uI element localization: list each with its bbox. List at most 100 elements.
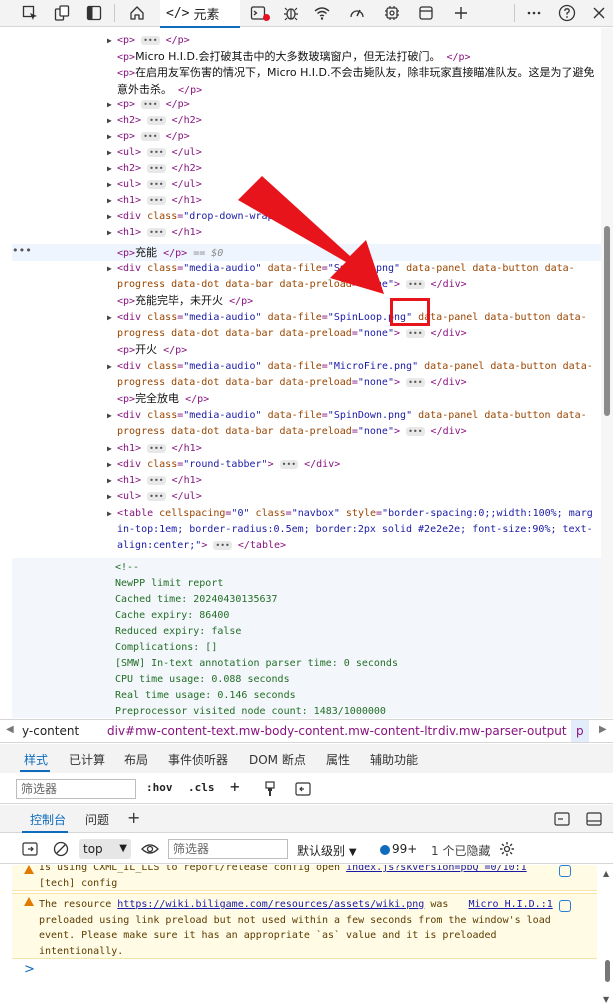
collapsed-ellipsis[interactable]: ••• bbox=[406, 377, 425, 387]
expand-arrow-icon[interactable]: ▶ bbox=[107, 161, 112, 177]
dom-node-div-round-tabber[interactable]: ▶ <div class="round-tabber"> ••• </div> bbox=[107, 457, 595, 473]
dom-node-p[interactable]: ▶ <p> ••• </p> bbox=[107, 97, 595, 113]
node-actions-ellipsis[interactable]: ••• bbox=[12, 244, 32, 257]
console-scrollbar-thumb[interactable] bbox=[605, 960, 610, 982]
tab-issues[interactable]: 问题 bbox=[85, 811, 109, 828]
tab-dom-breakpoints[interactable]: DOM 断点 bbox=[249, 751, 306, 768]
tab-accessibility[interactable]: 辅助功能 bbox=[370, 751, 418, 768]
collapsed-ellipsis[interactable]: ••• bbox=[147, 179, 166, 189]
close-drawer-icon[interactable] bbox=[586, 812, 602, 829]
hov-toggle[interactable]: :hov bbox=[146, 781, 173, 794]
dom-node-h2[interactable]: ▶ <h2> ••• </h2> bbox=[107, 113, 595, 129]
expand-arrow-icon[interactable]: ▶ bbox=[107, 489, 112, 505]
add-drawer-tab-icon[interactable]: + bbox=[127, 808, 140, 827]
welcome-home-icon[interactable] bbox=[125, 2, 149, 24]
dom-node-p-text[interactable]: <p>在启用友军伤害的情况下，Micro H.I.D.不会击毙队友，除非玩家直接… bbox=[117, 65, 595, 97]
console-output[interactable]: Is using CXML_IL_LLS to report/release c… bbox=[0, 865, 601, 1007]
tab-console[interactable]: 控制台 bbox=[30, 811, 66, 828]
tab-event-listeners[interactable]: 事件侦听器 bbox=[168, 751, 228, 768]
collapsed-ellipsis[interactable]: ••• bbox=[406, 426, 425, 436]
log-level-dropdown[interactable]: 默认级别 ▼ bbox=[297, 842, 357, 859]
paint-brush-icon[interactable] bbox=[264, 781, 276, 800]
dom-node-p[interactable]: ▶ <p> ••• </p> bbox=[107, 33, 595, 49]
console-sidebar-icon[interactable] bbox=[22, 842, 38, 859]
collapsed-ellipsis[interactable]: ••• bbox=[213, 540, 232, 550]
cls-toggle[interactable]: .cls bbox=[188, 781, 215, 794]
collapsed-ellipsis[interactable]: ••• bbox=[406, 279, 425, 289]
console-icon[interactable] bbox=[246, 2, 270, 24]
elements-scrollbar-thumb[interactable] bbox=[604, 226, 610, 416]
collapsed-ellipsis[interactable]: ••• bbox=[147, 163, 166, 173]
dock-sidebar-icon[interactable] bbox=[82, 2, 106, 24]
tab-computed[interactable]: 已计算 bbox=[69, 751, 105, 768]
collapsed-ellipsis[interactable]: ••• bbox=[147, 491, 166, 501]
expand-arrow-icon[interactable]: ▶ bbox=[107, 129, 112, 145]
dom-node-p-text[interactable]: <p>Micro H.I.D.会打破其击中的大多数玻璃窗户，但无法打破门。 </… bbox=[117, 49, 595, 65]
collapsed-ellipsis[interactable]: ••• bbox=[147, 475, 166, 485]
collapsed-ellipsis[interactable]: ••• bbox=[141, 131, 160, 141]
expand-arrow-icon[interactable]: ▶ bbox=[107, 193, 112, 209]
expand-arrow-icon[interactable]: ▶ bbox=[107, 225, 112, 241]
network-wifi-icon[interactable] bbox=[310, 2, 334, 24]
tab-styles[interactable]: 样式 bbox=[24, 751, 48, 768]
expand-arrow-icon[interactable]: ▶ bbox=[107, 97, 112, 113]
collapsed-ellipsis[interactable]: ••• bbox=[147, 195, 166, 205]
source-link[interactable]: index.js?skversion=pbQ =0/10:1 bbox=[346, 865, 527, 873]
dom-node-media-audio[interactable]: ▶<div class="media-audio" data-file="Spi… bbox=[107, 310, 595, 342]
dom-tree[interactable]: ••• ▶ <p> ••• </p> <p>Micro H.I.D.会打破其击中的… bbox=[0, 28, 601, 558]
console-filter-input[interactable]: 筛选器 bbox=[168, 839, 288, 859]
application-panel-icon[interactable] bbox=[414, 2, 438, 24]
memory-chip-icon[interactable] bbox=[380, 2, 404, 24]
collapsed-ellipsis[interactable]: ••• bbox=[147, 115, 166, 125]
collapsed-ellipsis[interactable]: ••• bbox=[147, 443, 166, 453]
expand-arrow-icon[interactable]: ▶ bbox=[107, 457, 112, 473]
breadcrumb-item[interactable]: y-content bbox=[22, 724, 79, 738]
scroll-up-arrow-icon[interactable]: ▲ bbox=[603, 869, 609, 878]
expand-arrow-icon[interactable]: ▶ bbox=[107, 33, 112, 49]
new-style-rule-icon[interactable]: + bbox=[230, 777, 240, 796]
ai-explain-icon[interactable] bbox=[559, 900, 571, 912]
dom-node-h1[interactable]: ▶ <h1> ••• </h1> bbox=[107, 441, 595, 457]
resource-url-link[interactable]: https://wiki.biligame.com/resources/asse… bbox=[117, 899, 424, 910]
collapsed-ellipsis[interactable]: ••• bbox=[406, 328, 425, 338]
collapsed-ellipsis[interactable]: ••• bbox=[147, 227, 166, 237]
dom-node-p-text[interactable]: <p>开火 </p> bbox=[117, 342, 595, 358]
styles-filter-input[interactable]: 筛选器 bbox=[16, 779, 136, 799]
breadcrumb-item[interactable]: div#mw-content-text.mw-body-content.mw-c… bbox=[107, 724, 437, 738]
expand-arrow-icon[interactable]: ▶ bbox=[107, 310, 112, 326]
dom-node-ul[interactable]: ▶ <ul> ••• </ul> bbox=[107, 145, 595, 161]
dom-node-ul[interactable]: ▶ <ul> ••• </ul> bbox=[107, 489, 595, 505]
clear-console-icon[interactable] bbox=[53, 841, 69, 860]
console-settings-gear-icon[interactable] bbox=[499, 841, 515, 860]
console-warning-message[interactable]: The resource https://wiki.biligame.com/r… bbox=[12, 893, 597, 959]
ai-explain-icon[interactable] bbox=[559, 865, 571, 877]
expand-arrow-icon[interactable]: ▶ bbox=[107, 177, 112, 193]
tab-elements[interactable]: </> 元素 bbox=[160, 0, 240, 28]
chevron-right-icon[interactable]: ▶ bbox=[599, 724, 607, 735]
collapsed-ellipsis[interactable]: ••• bbox=[141, 35, 160, 45]
collapsed-ellipsis[interactable]: ••• bbox=[147, 147, 166, 157]
source-link[interactable]: Micro H.I.D.:1 bbox=[468, 899, 552, 910]
more-options-icon[interactable] bbox=[522, 2, 546, 24]
add-tool-icon[interactable] bbox=[449, 2, 473, 24]
sources-bug-icon[interactable] bbox=[279, 2, 303, 24]
dom-node-media-audio[interactable]: ▶<div class="media-audio" data-file="Spi… bbox=[107, 408, 595, 440]
inspect-icon[interactable] bbox=[18, 2, 42, 24]
dom-node-p-text[interactable]: <p>完全放电 </p> bbox=[117, 391, 595, 407]
tab-properties[interactable]: 属性 bbox=[326, 751, 350, 768]
chevron-left-icon[interactable]: ◀ bbox=[6, 724, 14, 735]
console-warning-message[interactable]: Is using CXML_IL_LLS to report/release c… bbox=[12, 865, 597, 891]
expand-arrow-icon[interactable]: ▶ bbox=[107, 359, 112, 375]
context-selector[interactable]: top ▼ bbox=[79, 839, 131, 859]
dom-node-h1[interactable]: ▶ <h1> ••• </h1> bbox=[107, 473, 595, 489]
dom-node-media-audio[interactable]: ▶ <div class="media-audio" data-file="Mic… bbox=[107, 359, 595, 391]
device-emulation-icon[interactable] bbox=[50, 2, 74, 24]
html-comment-block[interactable]: <!-- NewPP limit report Cached time: 202… bbox=[12, 558, 601, 718]
expand-arrow-icon[interactable]: ▶ bbox=[107, 145, 112, 161]
help-icon[interactable] bbox=[555, 2, 579, 24]
toggle-sidebar-icon[interactable] bbox=[295, 782, 311, 799]
breadcrumb-item[interactable]: div.mw-parser-output bbox=[438, 724, 567, 738]
issues-counter[interactable]: 99+ bbox=[380, 842, 417, 856]
breadcrumb-item-current[interactable]: p bbox=[571, 720, 589, 742]
expand-arrow-icon[interactable]: ▶ bbox=[107, 209, 112, 225]
